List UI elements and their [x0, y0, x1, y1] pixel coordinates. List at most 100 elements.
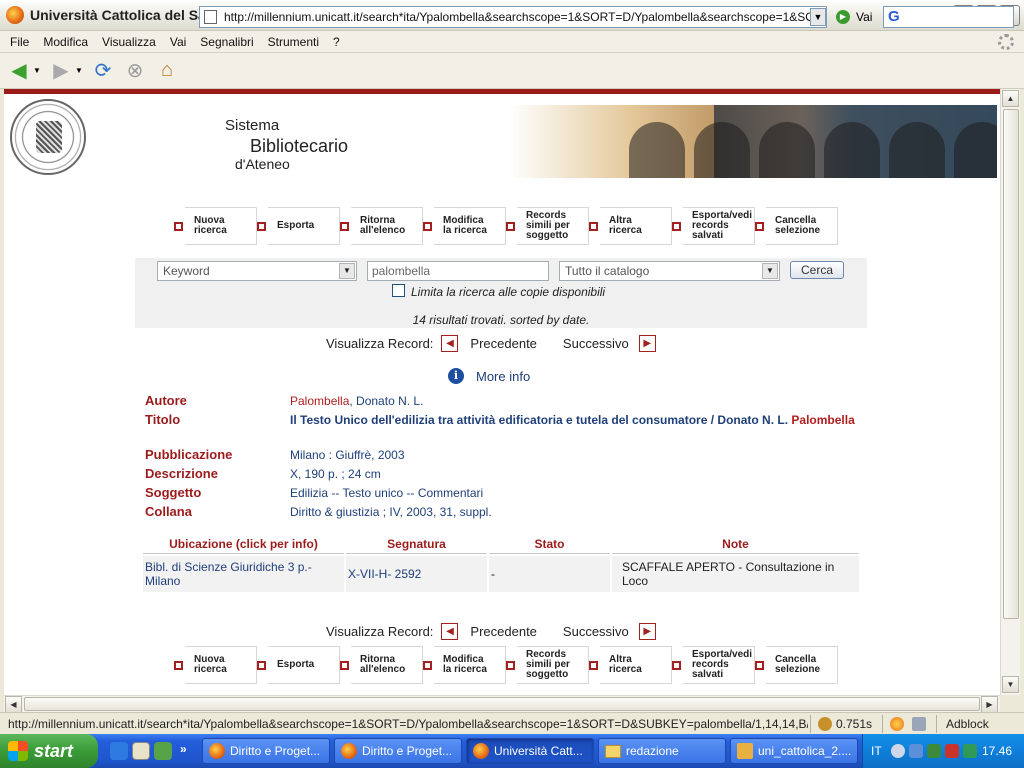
menu-strumenti[interactable]: Strumenti	[268, 35, 319, 49]
search-query-input[interactable]: palombella	[367, 261, 549, 281]
back-arrow-icon[interactable]: ◀	[6, 58, 32, 84]
security-shield-icon[interactable]	[945, 744, 959, 758]
task-diritto-1[interactable]: Diritto e Proget...	[202, 738, 330, 764]
menu-visualizza[interactable]: Visualizza	[102, 35, 156, 49]
successivo-link[interactable]: Successivo	[563, 624, 629, 639]
forward-dropdown-icon[interactable]: ▼	[74, 58, 84, 84]
ritorna-elenco-button[interactable]: Ritorna all'elenco	[340, 207, 423, 245]
menu-modifica[interactable]: Modifica	[43, 35, 88, 49]
bullet-square-icon	[589, 660, 598, 670]
url-bar[interactable]: http://millennium.unicatt.it/search*ita/…	[199, 6, 827, 28]
bullet-square-icon	[755, 660, 764, 670]
cerca-button[interactable]: Cerca	[790, 261, 844, 279]
field-label: Pubblicazione	[145, 447, 233, 462]
scroll-left-icon[interactable]: ◀	[5, 696, 22, 713]
brand-line-3: d'Ateneo	[235, 156, 290, 172]
bullet-square-icon	[672, 221, 681, 231]
menu-segnalibri[interactable]: Segnalibri	[200, 35, 253, 49]
show-desktop-icon[interactable]	[132, 742, 150, 760]
vertical-scrollbar[interactable]: ▲ ▼	[1000, 89, 1020, 695]
search-type-value: Keyword	[163, 264, 210, 278]
tray-arrow-icon[interactable]	[891, 744, 905, 758]
bullet-square-icon	[174, 660, 183, 670]
btn-label: ricerca	[609, 664, 642, 675]
altra-ricerca-button[interactable]: Altra ricerca	[589, 207, 672, 245]
more-info-link[interactable]: i More info	[448, 368, 530, 384]
nuova-ricerca-button[interactable]: Nuova ricerca	[174, 207, 257, 245]
task-diritto-2[interactable]: Diritto e Proget...	[334, 738, 462, 764]
successivo-link[interactable]: Successivo	[563, 336, 629, 351]
page-info-icon[interactable]	[912, 717, 926, 731]
tray-app-icon[interactable]	[927, 744, 941, 758]
bullet-square-icon	[257, 660, 266, 670]
scroll-down-icon[interactable]: ▼	[1002, 676, 1019, 693]
search-scope-select[interactable]: Tutto il catalogo ▼	[559, 261, 780, 281]
back-dropdown-icon[interactable]: ▼	[32, 58, 42, 84]
network-icon[interactable]	[909, 744, 923, 758]
menu-file[interactable]: File	[10, 35, 29, 49]
prev-arrow-icon[interactable]: ◀	[441, 623, 459, 640]
ritorna-elenco-button[interactable]: Ritorna all'elenco	[340, 646, 423, 684]
task-uni-cattolica-archive[interactable]: uni_cattolica_2....	[730, 738, 858, 764]
task-redazione[interactable]: redazione	[598, 738, 726, 764]
bullet-square-icon	[174, 221, 183, 231]
cancella-selezione-button[interactable]: Cancella selezione	[755, 207, 838, 245]
firefox-status-icon[interactable]	[890, 717, 904, 731]
records-simili-button[interactable]: Records simili per soggetto	[506, 646, 589, 684]
scroll-right-icon[interactable]: ▶	[981, 696, 998, 713]
altra-ricerca-button[interactable]: Altra ricerca	[589, 646, 672, 684]
tray-app-icon-2[interactable]	[963, 744, 977, 758]
esporta-vedi-button[interactable]: Esporta/vedi records salvati	[672, 646, 755, 684]
precedente-link[interactable]: Precedente	[470, 336, 537, 351]
media-player-icon[interactable]	[154, 742, 172, 760]
horizontal-scrollbar[interactable]: ◀ ▶	[4, 695, 1000, 713]
university-seal-logo[interactable]	[10, 99, 86, 175]
records-simili-button[interactable]: Records simili per soggetto	[506, 207, 589, 245]
throbber-icon	[998, 34, 1014, 50]
quicklaunch-more-icon[interactable]: »	[180, 742, 187, 756]
search-type-select[interactable]: Keyword ▼	[157, 261, 357, 281]
stop-icon[interactable]: ⊗	[122, 58, 148, 84]
next-arrow-icon[interactable]: ▶	[638, 335, 656, 352]
home-icon[interactable]: ⌂	[154, 58, 180, 84]
btn-label: ricerca	[609, 225, 642, 236]
limit-available-checkbox[interactable]	[392, 284, 405, 297]
field-label: Collana	[145, 504, 192, 519]
author-link[interactable]: Palombella, Donato N. L.	[290, 394, 423, 408]
location-link[interactable]: Bibl. di Scienze Giuridiche 3 p.-Milano	[143, 556, 344, 592]
google-search-input[interactable]: G	[883, 6, 1014, 28]
prev-arrow-icon[interactable]: ◀	[441, 335, 459, 352]
language-indicator[interactable]: IT	[871, 744, 882, 758]
menu-help[interactable]: ?	[333, 35, 340, 49]
scroll-corner	[1000, 695, 1020, 712]
modifica-ricerca-button[interactable]: Modifica la ricerca	[423, 646, 506, 684]
call-number-link[interactable]: X-VII-H- 2592	[346, 556, 487, 592]
reload-icon[interactable]: ⟳	[90, 58, 116, 84]
subject-link[interactable]: Edilizia -- Testo unico -- Commentari	[290, 485, 865, 501]
esporta-button[interactable]: Esporta	[257, 207, 340, 245]
ie-icon[interactable]	[110, 742, 128, 760]
nuova-ricerca-button[interactable]: Nuova ricerca	[174, 646, 257, 684]
next-arrow-icon[interactable]: ▶	[638, 623, 656, 640]
go-button[interactable]: ▶ Vai	[836, 10, 872, 24]
scroll-up-icon[interactable]: ▲	[1002, 90, 1019, 107]
modifica-ricerca-button[interactable]: Modifica la ricerca	[423, 207, 506, 245]
btn-label: selezione	[775, 664, 821, 675]
task-universita-cattolica[interactable]: Università Catt...	[466, 738, 594, 764]
archive-icon	[737, 743, 753, 759]
series-link[interactable]: Diritto & giustizia ; IV, 2003, 31, supp…	[290, 504, 865, 520]
url-dropdown-icon[interactable]: ▼	[810, 8, 826, 26]
esporta-vedi-button[interactable]: Esporta/vedi records salvati	[672, 207, 755, 245]
start-button[interactable]: start	[0, 734, 98, 768]
vertical-scroll-thumb[interactable]	[1003, 109, 1019, 619]
cancella-selezione-button[interactable]: Cancella selezione	[755, 646, 838, 684]
bullet-square-icon	[340, 221, 349, 231]
menu-vai[interactable]: Vai	[170, 35, 186, 49]
esporta-button[interactable]: Esporta	[257, 646, 340, 684]
adblock-status[interactable]: Adblock	[946, 717, 989, 731]
status-cell: -	[489, 556, 610, 592]
go-label: Vai	[856, 10, 873, 24]
horizontal-scroll-thumb[interactable]	[24, 697, 980, 711]
forward-arrow-icon[interactable]: ▶	[48, 58, 74, 84]
precedente-link[interactable]: Precedente	[470, 624, 537, 639]
